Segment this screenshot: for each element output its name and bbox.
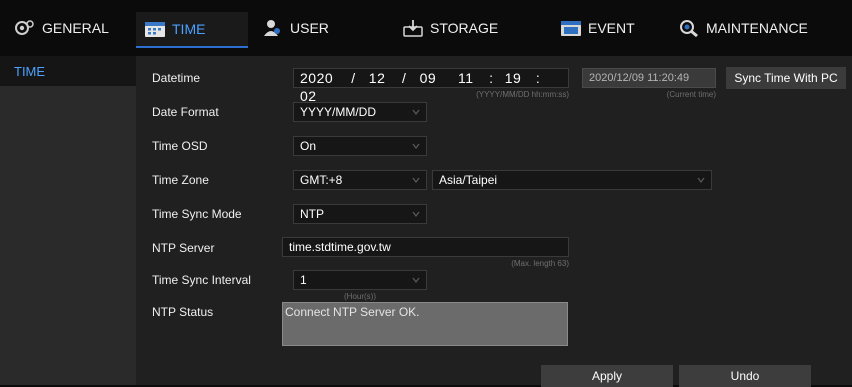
top-navigation: GENERAL TIME USER STORAGE EVENT MAINTENA… — [0, 0, 852, 56]
tab-general[interactable]: GENERAL — [14, 14, 109, 42]
maintenance-icon — [678, 19, 700, 38]
date-format-select[interactable]: YYYY/MM/DD — [293, 102, 427, 122]
datetime-day: 09 — [419, 70, 437, 86]
time-sync-interval-select[interactable]: 1 — [293, 270, 427, 290]
undo-button[interactable]: Undo — [679, 365, 811, 387]
date-format-value: YYYY/MM/DD — [300, 105, 377, 119]
date-format-label: Date Format — [152, 105, 219, 119]
tab-time-label: TIME — [172, 21, 206, 37]
apply-button[interactable]: Apply — [541, 365, 673, 387]
time-osd-value: On — [300, 139, 317, 153]
tab-storage[interactable]: STORAGE — [402, 14, 498, 42]
chevron-down-icon — [412, 211, 420, 217]
time-sync-mode-label: Time Sync Mode — [152, 207, 242, 221]
time-sync-interval-value: 1 — [300, 273, 307, 287]
ntp-server-input[interactable]: time.stdtime.gov.tw — [282, 237, 569, 257]
time-zone-region-value: Asia/Taipei — [439, 173, 498, 187]
current-time-hint: (Current time) — [666, 90, 716, 99]
ntp-status-box: Connect NTP Server OK. — [282, 302, 568, 346]
sidebar: TIME — [0, 56, 136, 385]
datetime-hour: 11 — [457, 70, 474, 86]
tab-time[interactable]: TIME — [136, 12, 248, 48]
time-zone-region-select[interactable]: Asia/Taipei — [432, 170, 712, 190]
ntp-status-label: NTP Status — [152, 305, 214, 319]
general-icon — [14, 19, 36, 37]
tab-maintenance-label: MAINTENANCE — [706, 20, 808, 36]
user-icon — [262, 19, 284, 37]
ntp-server-length-hint: (Max. length 63) — [511, 259, 569, 268]
chevron-down-icon — [412, 277, 420, 283]
event-icon — [560, 19, 582, 37]
time-sync-mode-value: NTP — [300, 207, 324, 221]
chevron-down-icon — [412, 177, 420, 183]
tab-storage-label: STORAGE — [430, 20, 499, 36]
datetime-month: 12 — [368, 70, 386, 86]
datetime-minute: 19 — [504, 70, 522, 86]
chevron-down-icon — [412, 143, 420, 149]
tab-event-label: EVENT — [588, 20, 635, 36]
datetime-separator: / — [351, 70, 356, 86]
chevron-down-icon — [412, 109, 420, 115]
time-zone-offset-value: GMT:+8 — [300, 173, 343, 187]
sidebar-item-time[interactable]: TIME — [0, 56, 136, 86]
time-settings-panel: Datetime 2020 / 12 / 09 11 : 19 : 02 (YY… — [136, 56, 852, 387]
datetime-label: Datetime — [152, 71, 201, 85]
ntp-server-label: NTP Server — [152, 241, 215, 255]
datetime-separator: : — [489, 70, 494, 86]
tab-event[interactable]: EVENT — [560, 14, 635, 42]
current-time-display: 2020/12/09 11:20:49 — [582, 68, 716, 88]
tab-user-label: USER — [290, 20, 329, 36]
sync-time-with-pc-button[interactable]: Sync Time With PC — [726, 67, 846, 89]
tab-general-label: GENERAL — [42, 20, 109, 36]
storage-icon — [402, 19, 424, 37]
time-sync-mode-select[interactable]: NTP — [293, 204, 427, 224]
time-zone-offset-select[interactable]: GMT:+8 — [293, 170, 427, 190]
chevron-down-icon — [697, 177, 705, 183]
datetime-separator: / — [401, 70, 407, 86]
time-sync-interval-unit-hint: (Hour(s)) — [344, 292, 376, 301]
tab-maintenance[interactable]: MAINTENANCE — [678, 14, 808, 42]
datetime-format-hint: (YYYY/MM/DD hh:mm:ss) — [476, 90, 569, 99]
time-sync-interval-label: Time Sync Interval — [152, 273, 251, 287]
time-osd-select[interactable]: On — [293, 136, 427, 156]
time-osd-label: Time OSD — [152, 139, 208, 153]
datetime-input[interactable]: 2020 / 12 / 09 11 : 19 : 02 — [293, 68, 569, 104]
tab-user[interactable]: USER — [262, 14, 329, 42]
datetime-separator: : — [535, 70, 541, 86]
calendar-icon — [144, 20, 166, 38]
datetime-year: 2020 — [300, 70, 334, 86]
time-zone-label: Time Zone — [152, 173, 209, 187]
